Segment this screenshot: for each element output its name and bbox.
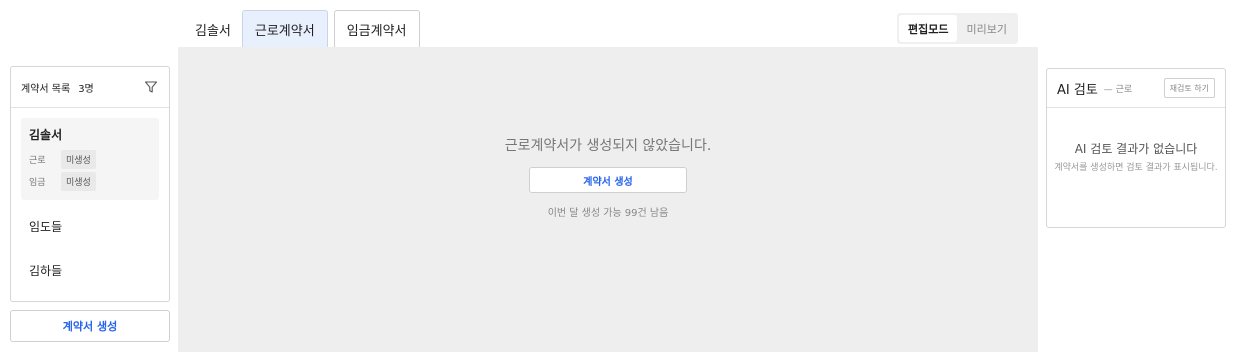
status-badge: 미생성 xyxy=(61,149,96,169)
list-item-selected[interactable]: 김솔서 근로 미생성 임금 미생성 xyxy=(21,118,159,200)
ai-review-empty-title: AI 검토 결과가 없습니다 xyxy=(1074,142,1198,156)
contract-editor-area: 근로계약서가 생성되지 않았습니다. 계약서 생성 이번 달 생성 가능 99건… xyxy=(178,47,1038,352)
person-name: 김솔서 xyxy=(29,128,63,142)
tab-wage-contract[interactable]: 임금계약서 xyxy=(333,10,420,47)
contract-list-header: 계약서 목록 3명 xyxy=(11,67,169,108)
contract-tabs: 김솔서 근로계약서 임금계약서 xyxy=(186,10,426,48)
list-item[interactable]: 임도들 xyxy=(11,204,169,248)
ai-review-subtitle: — 근로 xyxy=(1103,84,1133,95)
status-badge: 미생성 xyxy=(61,171,96,191)
edit-mode-button[interactable]: 편집모드 xyxy=(899,15,958,42)
create-contract-button[interactable]: 계약서 생성 xyxy=(10,310,170,342)
contract-list-count: 3명 xyxy=(78,83,94,95)
quota-text: 이번 달 생성 가능 99건 남음 xyxy=(547,208,669,219)
status-label: 임금 xyxy=(29,177,46,188)
rereview-button[interactable]: 재검토 하기 xyxy=(1163,78,1215,98)
status-row-wage: 임금 미생성 xyxy=(29,171,151,191)
filter-icon[interactable] xyxy=(143,79,159,95)
mode-toggle: 편집모드 미리보기 xyxy=(897,13,1018,44)
status-label: 근로 xyxy=(29,155,46,166)
ai-review-empty-desc: 계약서를 생성하면 검토 결과가 표시됩니다. xyxy=(1054,163,1218,173)
tab-employee-name[interactable]: 김솔서 xyxy=(186,10,242,47)
empty-state-message: 근로계약서가 생성되지 않았습니다. xyxy=(504,138,712,154)
preview-mode-button[interactable]: 미리보기 xyxy=(957,15,1015,42)
contract-list-title: 계약서 목록 xyxy=(21,83,71,95)
tab-labor-contract[interactable]: 근로계약서 xyxy=(241,10,328,47)
create-contract-main-button[interactable]: 계약서 생성 xyxy=(529,167,687,193)
ai-review-title: AI 검토 xyxy=(1057,82,1098,98)
list-item[interactable]: 김하들 xyxy=(11,248,169,292)
ai-review-panel: AI 검토 — 근로 재검토 하기 AI 검토 결과가 없습니다 계약서를 생성… xyxy=(1046,68,1226,228)
ai-review-header: AI 검토 — 근로 재검토 하기 xyxy=(1047,69,1225,108)
status-row-labor: 근로 미생성 xyxy=(29,149,151,169)
contract-list-panel: 계약서 목록 3명 김솔서 근로 미생성 임금 미생성 임도들 김하들 xyxy=(10,66,170,302)
app-root: 김솔서 근로계약서 임금계약서 편집모드 미리보기 계약서 목록 3명 김솔서 … xyxy=(0,0,1236,352)
